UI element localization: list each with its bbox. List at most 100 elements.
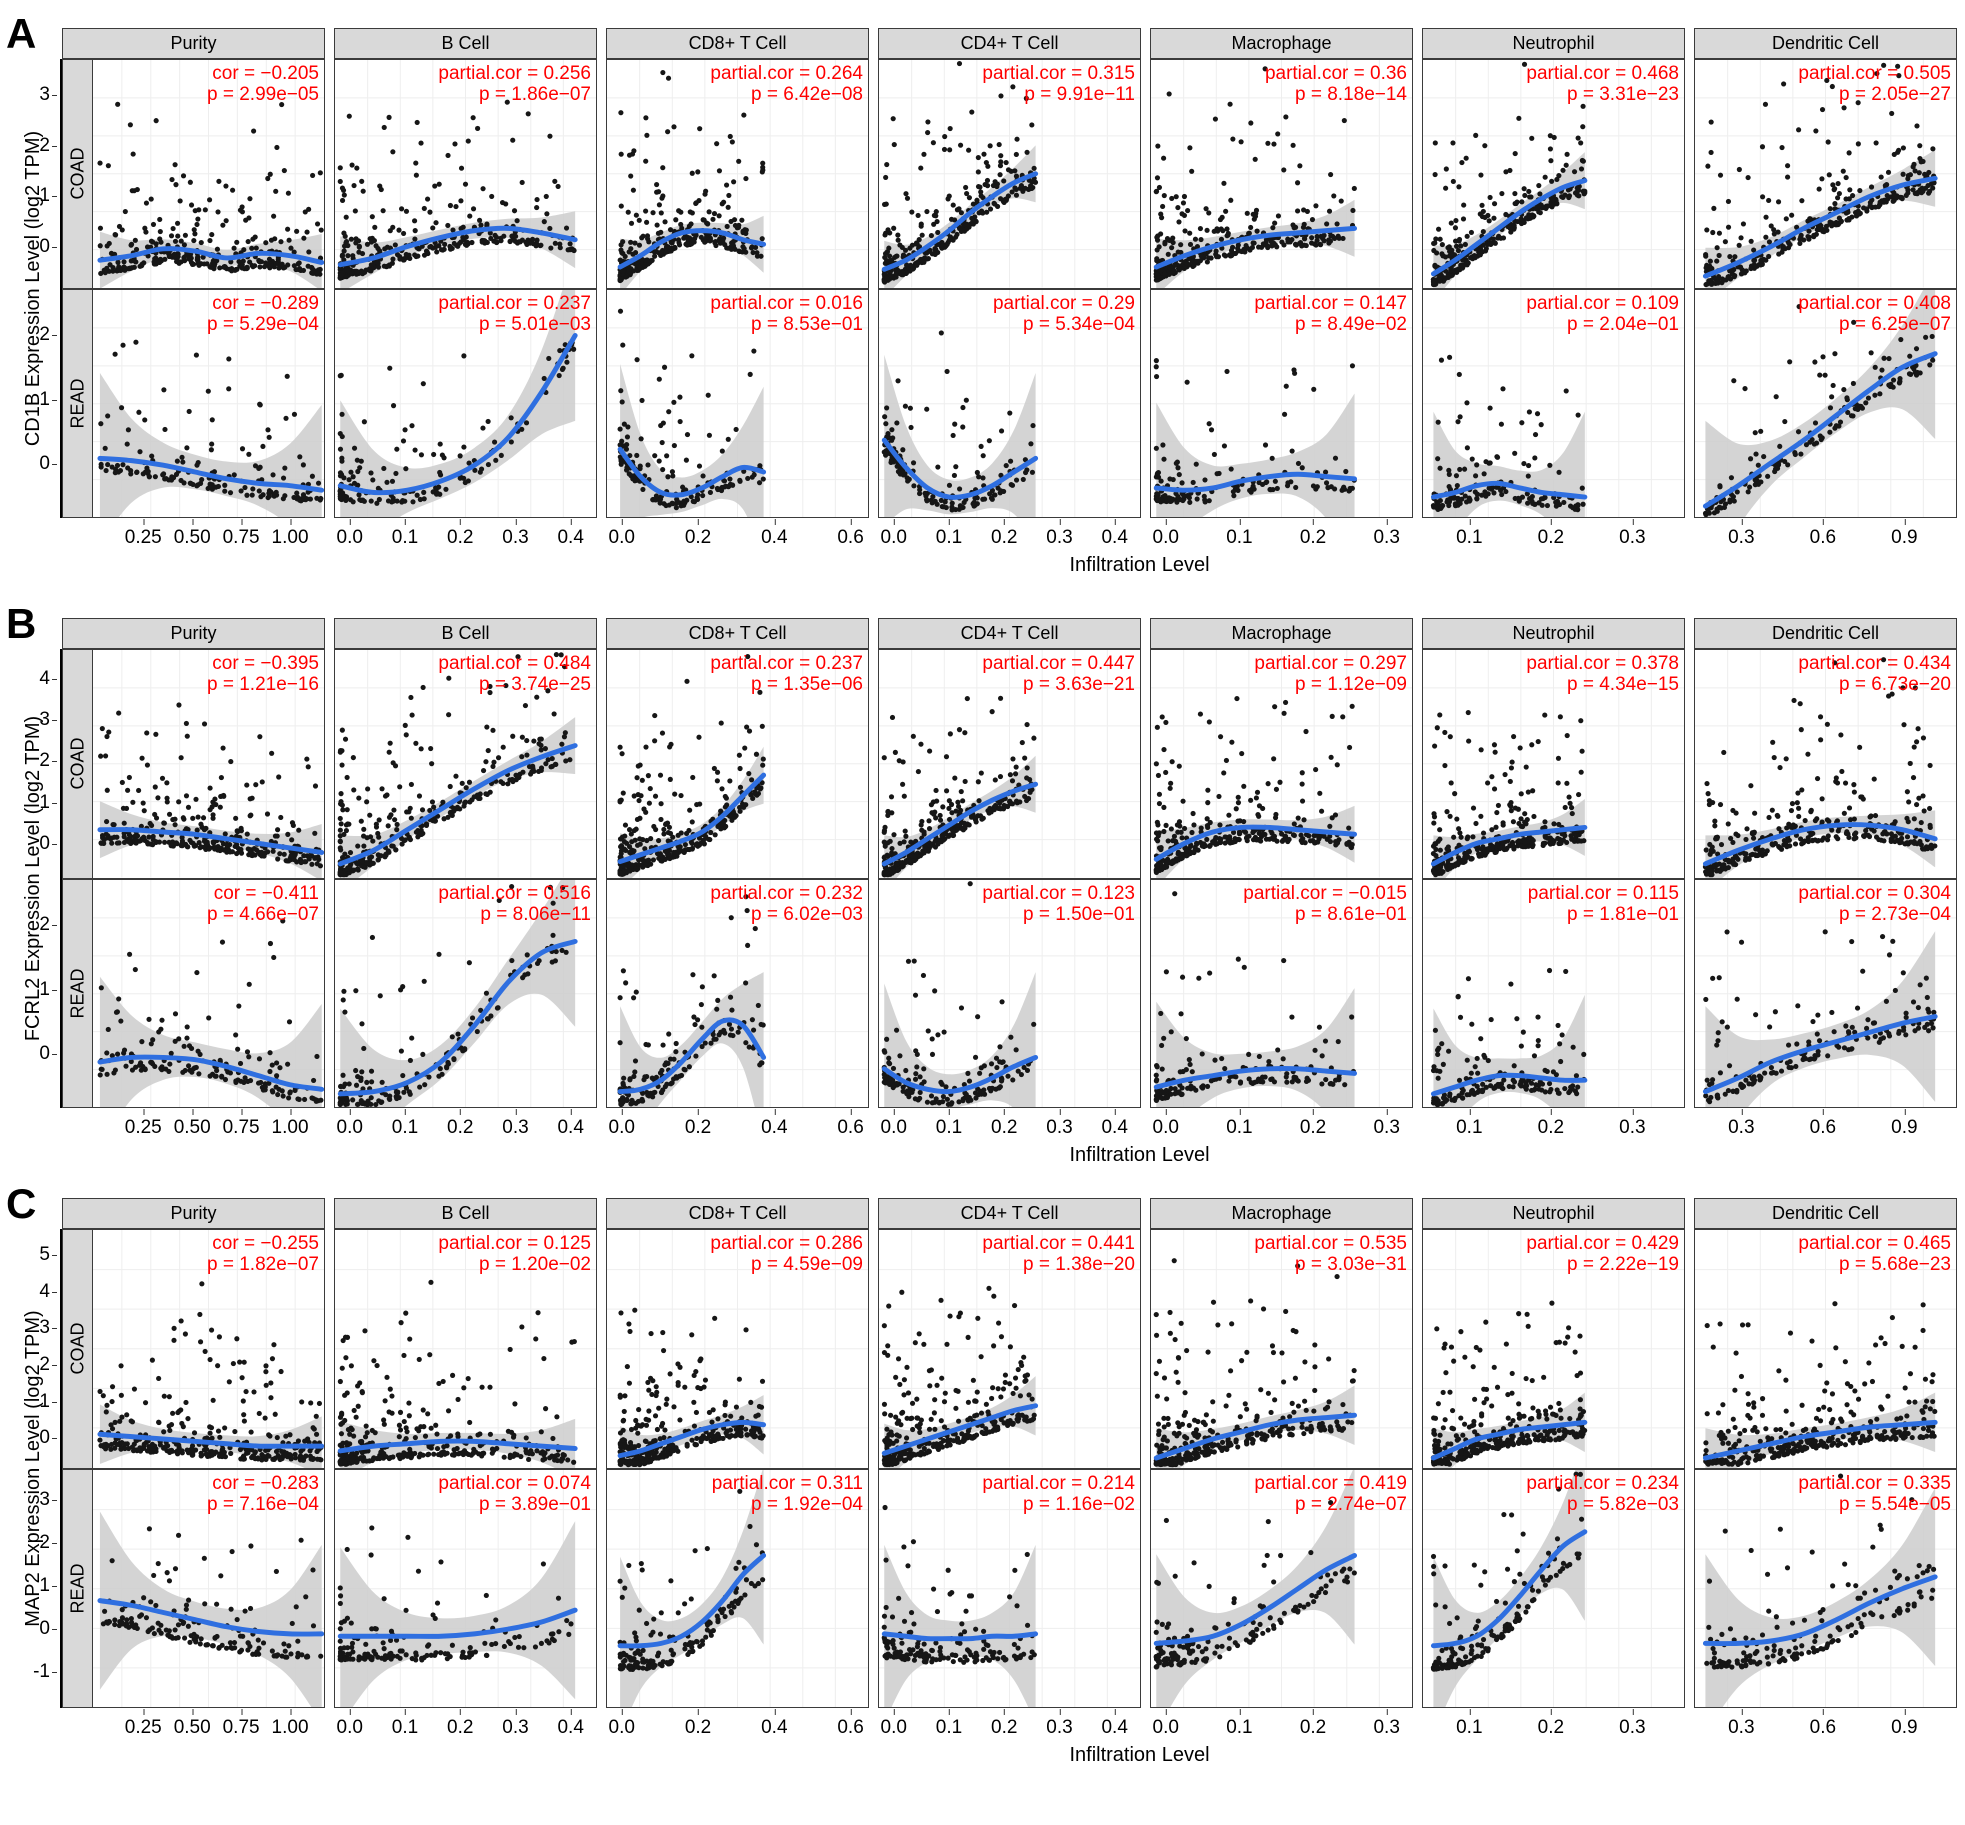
row-strip-read: READ: [62, 288, 92, 518]
scatter-plot-read-b-cell: partial.cor = 0.074 p = 3.89e−01: [334, 1468, 597, 1708]
scatter-plot-coad-dendritic-cell: partial.cor = 0.505 p = 2.05e−27: [1694, 59, 1957, 289]
x-axis-cell: 0.0 0.1 0.2 0.3 0.4: [334, 518, 597, 552]
x-axis-cell: 0.0 0.1 0.2 0.3 0.4: [334, 1708, 597, 1742]
scatter-plot-coad-cd8-t-cell: partial.cor = 0.286 p = 4.59e−09: [606, 1229, 869, 1469]
x-tick-label: 0.2: [1299, 1709, 1327, 1738]
y-tick-label: 2: [39, 750, 57, 772]
x-tick-label: 0.4: [761, 519, 788, 548]
x-tick-label: 0.6: [837, 1109, 864, 1138]
facet-cell-wrap: partial.cor = 0.419 p = 2.74e−07: [1150, 1468, 1413, 1708]
y-axis-ticks-coad: 4 3 2 1 0: [0, 649, 57, 879]
x-axis-title: Infiltration Level: [1069, 1144, 1210, 1166]
facet-cell-wrap: partial.cor = 0.125 p = 1.20e−02: [334, 1229, 597, 1469]
y-tick-label: 1: [39, 388, 57, 410]
facet-cell-wrap: COAD cor = −0.205 p = 2.99e−05: [62, 59, 325, 289]
x-tick-label: 0.1: [1456, 1109, 1483, 1138]
facet-strip-neutrophil: Neutrophil: [1422, 1198, 1685, 1229]
row-strip-coad: COAD: [62, 1229, 92, 1469]
x-axis-cell: 0.0 0.1 0.2 0.3: [1150, 1108, 1413, 1142]
facet-cell-wrap: READ cor = −0.283 p = 7.16e−04: [62, 1468, 325, 1708]
facet-strip-neutrophil: Neutrophil: [1422, 618, 1685, 649]
facet-column: CD8+ T Cell partial.cor = 0.286 p = 4.59e−…: [606, 1198, 869, 1708]
panel-letter: C: [6, 1180, 36, 1227]
x-tick-label: 0.2: [447, 1709, 474, 1738]
facet-column: CD8+ T Cell partial.cor = 0.264 p = 6.42e−…: [606, 28, 869, 518]
facet-strip-macrophage: Macrophage: [1150, 1198, 1413, 1229]
x-tick-label: 0.50: [173, 1109, 211, 1138]
facet-cell-wrap: partial.cor = 0.232 p = 6.02e−03: [606, 878, 869, 1108]
facet-column: B Cell partial.cor = 0.256 p = 1.86e−07 par…: [334, 28, 597, 518]
x-tick-label: 0.0: [880, 1709, 907, 1738]
y-tick-label: 0: [39, 1618, 57, 1640]
y-tick-label: 0: [39, 833, 57, 855]
scatter-plot-coad-cd8-t-cell: partial.cor = 0.237 p = 1.35e−06: [606, 649, 869, 879]
x-tick-label: 0.2: [1537, 519, 1565, 548]
y-tick-label: 0: [39, 453, 57, 475]
scatter-plot-coad-b-cell: partial.cor = 0.125 p = 1.20e−02: [334, 1229, 597, 1469]
x-axis-cell: 0.25 0.50 0.75 1.00: [62, 1108, 325, 1142]
scatter-plot-read-dendritic-cell: partial.cor = 0.304 p = 2.73e−04: [1694, 878, 1957, 1108]
scatter-plot-coad-purity: cor = −0.205 p = 2.99e−05: [92, 59, 325, 289]
scatter-plot-coad-macrophage: partial.cor = 0.535 p = 3.03e−31: [1150, 1229, 1413, 1469]
y-tick-label: 3: [39, 709, 57, 731]
panel-c: C MAP2 Expression Level (log2 TPM) 5 4 3 2 1 0 3…: [0, 1180, 1965, 1766]
facet-cell-wrap: partial.cor = 0.505 p = 2.05e−27: [1694, 59, 1957, 289]
x-tick-label: 0.25: [124, 1109, 162, 1138]
x-tick-label: 1.00: [271, 519, 309, 548]
x-tick-label: 0.75: [222, 1109, 260, 1138]
scatter-plot-coad-b-cell: partial.cor = 0.484 p = 3.74e−25: [334, 649, 597, 879]
facet-cell-wrap: COAD cor = −0.395 p = 1.21e−16: [62, 649, 325, 879]
facet-column: Neutrophil partial.cor = 0.429 p = 2.22e−1…: [1422, 1198, 1685, 1708]
facet-column: Neutrophil partial.cor = 0.468 p = 3.31e−2…: [1422, 28, 1685, 518]
y-tick-label: 3: [39, 1317, 57, 1339]
x-axis-cell: 0.0 0.1 0.2 0.3 0.4: [334, 1108, 597, 1142]
facet-cell-wrap: partial.cor = 0.304 p = 2.73e−04: [1694, 878, 1957, 1108]
scatter-plot-read-neutrophil: partial.cor = 0.234 p = 5.82e−03: [1422, 1468, 1685, 1708]
scatter-plot-read-cd4-t-cell: partial.cor = 0.214 p = 1.16e−02: [878, 1468, 1141, 1708]
facet-column: CD4+ T Cell partial.cor = 0.441 p = 1.38e−…: [878, 1198, 1141, 1708]
scatter-plot-coad-cd4-t-cell: partial.cor = 0.315 p = 9.91e−11: [878, 59, 1141, 289]
facet-cell-wrap: partial.cor = 0.016 p = 8.53e−01: [606, 288, 869, 518]
x-axis-cell: 0.0 0.1 0.2 0.3: [1150, 1708, 1413, 1742]
x-axis-cell: 0.0 0.2 0.4 0.6: [606, 518, 869, 552]
x-axis-cell: 0.0 0.1 0.2 0.3 0.4: [878, 1708, 1141, 1742]
row-strip-read: READ: [62, 1468, 92, 1708]
y-axis-ticks-read: 3 2 1 0 -1: [0, 1469, 57, 1709]
scatter-plot-read-dendritic-cell: partial.cor = 0.408 p = 6.25e−07: [1694, 288, 1957, 518]
x-tick-label: 0.2: [991, 519, 1018, 548]
facet-column: Purity COAD cor = −0.395 p = 1.21e−16 READ co…: [62, 618, 325, 1108]
x-axis-cell: 0.0 0.2 0.4 0.6: [606, 1708, 869, 1742]
x-tick-label: 0.1: [1226, 519, 1253, 548]
x-tick-label: 0.3: [1728, 519, 1755, 548]
y-tick-label: 3: [39, 84, 57, 106]
row-strip-label: READ: [67, 1563, 88, 1614]
facet-cell-wrap: partial.cor = 0.286 p = 4.59e−09: [606, 1229, 869, 1469]
x-tick-label: 0.6: [1809, 1709, 1837, 1738]
y-tick-label: 2: [39, 1354, 57, 1376]
y-tick-label: 0: [39, 235, 57, 257]
y-tick-label: 4: [39, 1280, 57, 1302]
facet-grid: Purity COAD cor = −0.205 p = 2.99e−05 READ co…: [62, 28, 1957, 518]
x-tick-label: 0.0: [608, 1109, 635, 1138]
facet-strip-cd4-t-cell: CD4+ T Cell: [878, 618, 1141, 649]
x-tick-label: 0.3: [1046, 1109, 1073, 1138]
x-tick-label: 0.2: [447, 1109, 474, 1138]
scatter-plot-read-cd8-t-cell: partial.cor = 0.311 p = 1.92e−04: [606, 1468, 869, 1708]
x-tick-label: 0.0: [1152, 1109, 1179, 1138]
facet-column: Purity COAD cor = −0.205 p = 2.99e−05 READ co…: [62, 28, 325, 518]
row-strip-label: COAD: [67, 737, 88, 790]
facet-grid: Purity COAD cor = −0.255 p = 1.82e−07 READ co…: [62, 1198, 1957, 1708]
facet-cell-wrap: partial.cor = 0.447 p = 3.63e−21: [878, 649, 1141, 879]
y-axis-ticks-coad: 5 4 3 2 1 0: [0, 1229, 57, 1469]
scatter-plot-coad-neutrophil: partial.cor = 0.429 p = 2.22e−19: [1422, 1229, 1685, 1469]
facet-cell-wrap: partial.cor = 0.264 p = 6.42e−08: [606, 59, 869, 289]
x-tick-label: 0.6: [1809, 1109, 1837, 1138]
x-tick-label: 0.4: [557, 1709, 584, 1738]
x-tick-label: 0.3: [1619, 1109, 1646, 1138]
facet-strip-purity: Purity: [62, 1198, 325, 1229]
facet-column: B Cell partial.cor = 0.484 p = 3.74e−25 par…: [334, 618, 597, 1108]
facet-cell-wrap: partial.cor = 0.484 p = 3.74e−25: [334, 649, 597, 879]
x-axis-title: Infiltration Level: [1069, 554, 1210, 576]
y-tick-label: 2: [39, 1531, 57, 1553]
facet-cell-wrap: partial.cor = 0.237 p = 1.35e−06: [606, 649, 869, 879]
